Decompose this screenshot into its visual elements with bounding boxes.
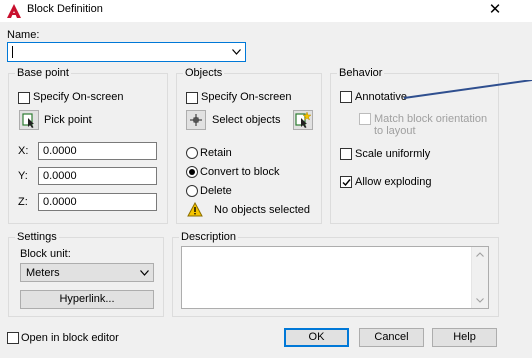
chevron-down-icon [140, 269, 149, 276]
retain-label: Retain [200, 147, 232, 159]
no-objects-selected-text: No objects selected [214, 204, 310, 216]
pick-point-button[interactable] [19, 110, 39, 130]
close-button[interactable]: ✕ [486, 0, 504, 20]
pick-point-icon [22, 113, 34, 128]
checkmark-icon [342, 179, 351, 187]
convert-to-block-label: Convert to block [200, 166, 280, 178]
x-input[interactable]: 0.0000 [38, 142, 157, 160]
convert-to-block-radio[interactable] [186, 166, 198, 178]
delete-radio[interactable] [186, 185, 198, 197]
z-label: Z: [18, 196, 28, 208]
description-textarea[interactable] [181, 246, 489, 309]
allow-exploding-label: Allow exploding [355, 176, 432, 188]
block-definition-dialog: Block Definition ✕ Name: Base point Spec… [0, 0, 532, 358]
help-button[interactable]: Help [432, 328, 497, 347]
scroll-up-icon[interactable] [476, 252, 484, 257]
name-label: Name: [7, 29, 40, 41]
cancel-button[interactable]: Cancel [359, 328, 424, 347]
scale-uniformly-label: Scale uniformly [355, 148, 431, 160]
block-unit-select[interactable]: Meters [20, 263, 154, 282]
match-orientation-label-line2: to layout [374, 125, 416, 137]
objects-title: Objects [183, 67, 225, 80]
base-point-specify-on-screen-checkbox[interactable] [18, 92, 30, 104]
hyperlink-button[interactable]: Hyperlink... [20, 290, 154, 309]
select-objects-label: Select objects [212, 114, 281, 126]
settings-title: Settings [15, 231, 59, 244]
retain-radio[interactable] [186, 147, 198, 159]
pick-point-label: Pick point [44, 114, 92, 126]
open-in-block-editor-checkbox[interactable] [7, 332, 19, 344]
behavior-title: Behavior [337, 67, 385, 80]
quick-select-button[interactable] [293, 110, 313, 130]
z-input[interactable]: 0.0000 [38, 193, 157, 211]
base-point-specify-on-screen-label: Specify On-screen [33, 91, 124, 103]
select-objects-button[interactable] [186, 110, 206, 130]
description-title: Description [179, 231, 239, 244]
block-unit-label: Block unit: [20, 248, 71, 260]
objects-specify-on-screen-checkbox[interactable] [186, 92, 198, 104]
x-label: X: [18, 145, 29, 157]
window-title: Block Definition [27, 3, 103, 15]
close-icon: ✕ [488, 1, 502, 18]
y-input[interactable]: 0.0000 [38, 167, 157, 185]
description-scrollbar[interactable] [471, 247, 488, 308]
open-in-block-editor-label: Open in block editor [21, 332, 119, 344]
text-cursor [12, 46, 13, 58]
name-combobox[interactable] [7, 42, 246, 62]
delete-label: Delete [200, 185, 232, 197]
match-orientation-label-line1: Match block orientation [374, 113, 488, 125]
quick-select-icon [295, 111, 312, 128]
autocad-logo-icon [7, 4, 21, 18]
y-label: Y: [18, 170, 28, 182]
objects-specify-on-screen-label: Specify On-screen [201, 91, 292, 103]
scroll-down-icon[interactable] [476, 298, 484, 303]
base-point-title: Base point [15, 67, 71, 80]
radio-selected-dot [189, 169, 195, 175]
match-orientation-checkbox[interactable] [359, 113, 371, 125]
chevron-down-icon[interactable] [232, 49, 241, 55]
title-bar: Block Definition ✕ [0, 0, 532, 22]
warning-icon [187, 202, 203, 217]
allow-exploding-checkbox[interactable] [340, 176, 352, 188]
annotation-pointer-line [403, 80, 532, 99]
block-unit-value: Meters [26, 267, 60, 279]
ok-button[interactable]: OK [284, 328, 349, 347]
scale-uniformly-checkbox[interactable] [340, 148, 352, 160]
annotative-checkbox[interactable] [340, 91, 352, 103]
crosshair-icon [190, 114, 202, 126]
